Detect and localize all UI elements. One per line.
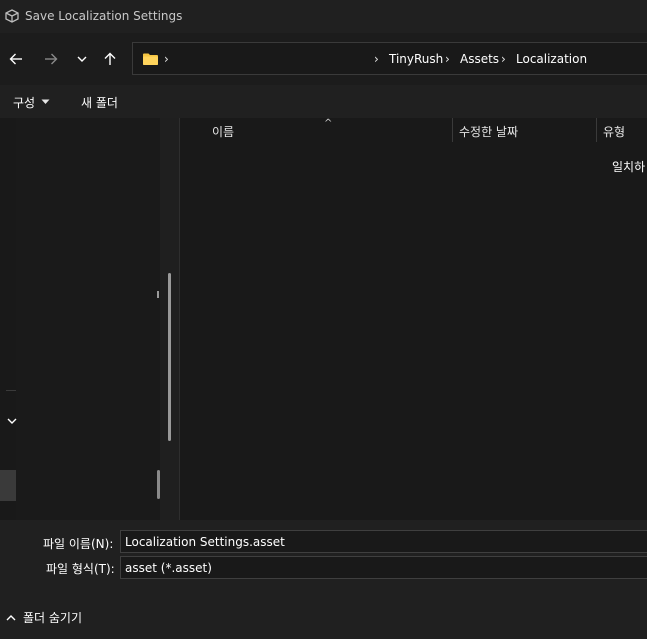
pane-splitter[interactable] — [160, 118, 180, 520]
title-bar: Save Localization Settings — [0, 0, 647, 33]
chevron-down-icon[interactable] — [6, 415, 18, 427]
navigation-bar: › › TinyRush › Assets › Localization — [0, 33, 647, 85]
navigation-tree[interactable] — [16, 118, 160, 520]
column-header-date-modified[interactable]: 수정한 날짜 — [459, 123, 518, 140]
chevron-down-icon — [77, 56, 87, 62]
breadcrumb-localization[interactable]: Localization — [516, 52, 587, 66]
save-options-panel: 파일 이름(N): Localization Settings.asset 파일… — [0, 520, 647, 639]
organize-button[interactable]: 구성 — [13, 94, 35, 111]
column-divider[interactable] — [596, 118, 597, 142]
column-divider[interactable] — [452, 118, 453, 142]
sort-ascending-icon: ^ — [324, 118, 333, 129]
navigation-pane[interactable] — [0, 118, 160, 520]
file-list[interactable]: ^ 이름 수정한 날짜 유형 일치하 — [180, 118, 647, 520]
breadcrumb-tinyrush[interactable]: TinyRush — [389, 52, 443, 66]
folder-icon — [143, 53, 158, 65]
navigation-selected-item[interactable] — [0, 470, 16, 501]
up-button[interactable] — [99, 48, 121, 70]
command-bar: 구성 새 폴더 — [0, 85, 647, 118]
breadcrumb-separator[interactable]: › — [445, 52, 450, 66]
column-header-name[interactable]: 이름 — [212, 123, 234, 140]
empty-results-message: 일치하 — [612, 160, 646, 174]
scrollbar-thumb[interactable] — [168, 273, 171, 441]
breadcrumb-separator[interactable]: › — [374, 52, 379, 66]
window-title: Save Localization Settings — [25, 9, 183, 23]
file-name-label: 파일 이름(N): — [43, 537, 114, 551]
arrow-up-icon — [104, 52, 116, 65]
new-folder-button[interactable]: 새 폴더 — [81, 94, 118, 111]
file-name-field[interactable]: Localization Settings.asset — [120, 530, 647, 553]
arrow-left-icon — [9, 53, 22, 65]
forward-button[interactable] — [40, 48, 62, 70]
address-bar[interactable]: › › TinyRush › Assets › Localization — [132, 42, 647, 75]
navigation-divider — [6, 390, 16, 391]
caret-down-icon[interactable] — [41, 99, 50, 105]
chevron-up-icon — [6, 614, 16, 620]
arrow-right-icon — [45, 53, 58, 65]
hide-folders-button[interactable]: 폴더 숨기기 — [5, 609, 82, 626]
recent-locations-button[interactable] — [71, 48, 93, 70]
hide-folders-label: 폴더 숨기기 — [23, 611, 83, 625]
navigation-scroll-marker — [157, 291, 159, 298]
address-root-chevron[interactable]: › — [164, 52, 169, 66]
unity-cube-icon — [5, 9, 19, 23]
breadcrumb-assets[interactable]: Assets — [460, 52, 499, 66]
back-button[interactable] — [5, 48, 27, 70]
file-type-label: 파일 형식(T): — [46, 562, 115, 576]
file-name-value[interactable]: Localization Settings.asset — [125, 535, 285, 549]
column-header-type[interactable]: 유형 — [603, 123, 625, 140]
breadcrumb-separator[interactable]: › — [501, 52, 506, 66]
file-type-select[interactable]: asset (*.asset) — [120, 556, 647, 579]
file-type-value[interactable]: asset (*.asset) — [125, 561, 212, 575]
